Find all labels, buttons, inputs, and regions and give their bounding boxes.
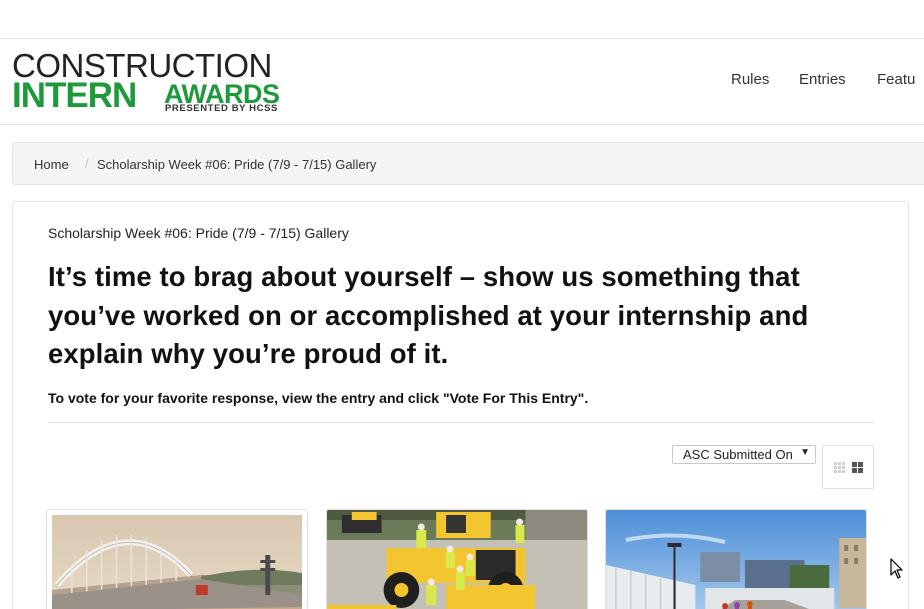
- page-headline: It’s time to brag about yourself – show …: [48, 261, 809, 369]
- logo-line-presented: PRESENTED BY HCSS: [165, 103, 278, 114]
- grid-small-icon[interactable]: [834, 462, 845, 473]
- view-toggle: [822, 445, 874, 489]
- mouse-cursor-icon: [890, 558, 903, 579]
- site-header: CONSTRUCTION INTERN AWARDS PRESENTED BY …: [0, 39, 924, 125]
- breadcrumb-home-link[interactable]: Home: [34, 157, 69, 172]
- nav-item-entries[interactable]: Entries: [799, 71, 846, 88]
- grid-large-icon[interactable]: [852, 462, 863, 473]
- bridge-photo: [52, 515, 302, 609]
- entry-card[interactable]: [326, 509, 588, 609]
- sort-select-value: ASC Submitted On: [683, 447, 793, 462]
- vote-instructions: To vote for your favorite response, view…: [48, 390, 589, 406]
- city-walkway-photo: [606, 510, 866, 609]
- site-logo[interactable]: CONSTRUCTION INTERN AWARDS PRESENTED BY …: [12, 49, 288, 115]
- logo-line-intern: INTERN: [12, 76, 137, 115]
- entry-card[interactable]: [605, 509, 867, 609]
- gallery-title: Scholarship Week #06: Pride (7/9 - 7/15)…: [48, 225, 349, 241]
- top-bar: [0, 0, 924, 39]
- nav-item-features[interactable]: Featu: [877, 71, 915, 88]
- breadcrumb: Home / Scholarship Week #06: Pride (7/9 …: [12, 142, 924, 185]
- construction-crew-photo: [327, 510, 587, 609]
- gallery-card: Scholarship Week #06: Pride (7/9 - 7/15)…: [12, 201, 909, 609]
- entry-card[interactable]: [46, 509, 308, 609]
- caret-down-icon: ▼: [800, 447, 810, 458]
- breadcrumb-current: Scholarship Week #06: Pride (7/9 - 7/15)…: [97, 157, 377, 172]
- breadcrumb-separator: /: [85, 156, 89, 171]
- sort-select[interactable]: ASC Submitted On ▼: [672, 445, 816, 464]
- nav-item-rules[interactable]: Rules: [731, 71, 769, 88]
- divider: [48, 422, 874, 423]
